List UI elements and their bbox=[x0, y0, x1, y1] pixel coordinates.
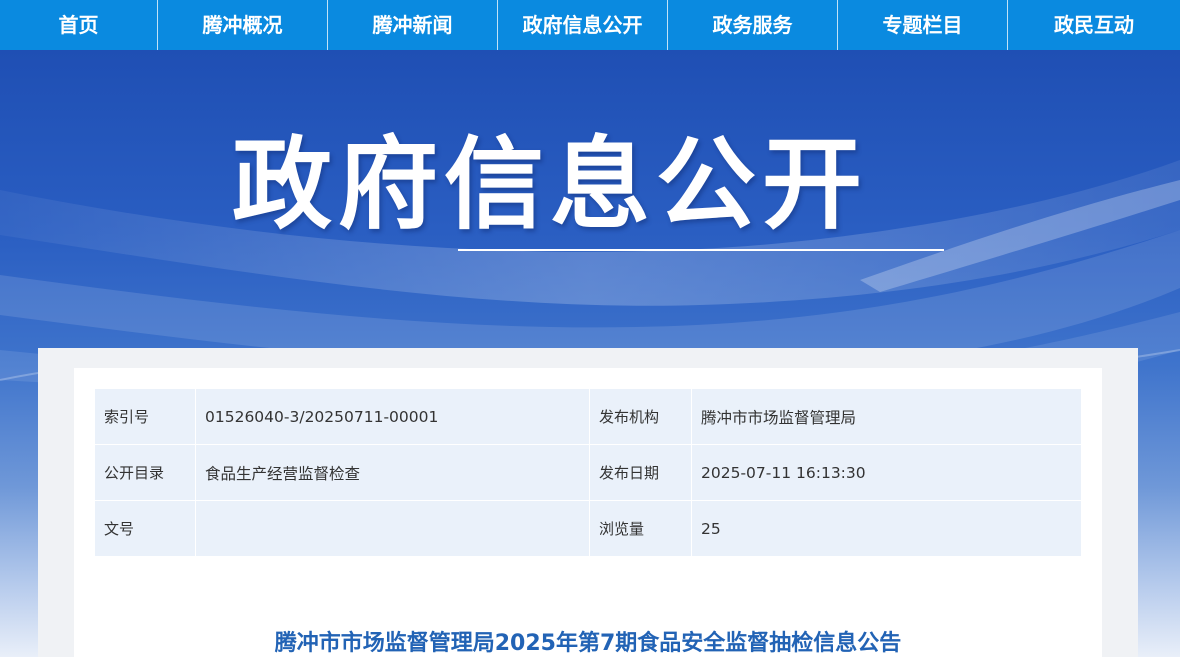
nav-item-topics[interactable]: 专题栏目 bbox=[838, 0, 1008, 50]
info-value-views: 25 bbox=[691, 500, 1082, 557]
nav-item-news[interactable]: 腾冲新闻 bbox=[328, 0, 498, 50]
info-table: 索引号 01526040-3/20250711-00001 发布机构 腾冲市市场… bbox=[94, 388, 1082, 557]
nav-item-overview[interactable]: 腾冲概况 bbox=[158, 0, 328, 50]
content-panel: 索引号 01526040-3/20250711-00001 发布机构 腾冲市市场… bbox=[74, 368, 1102, 657]
info-label-catalog: 公开目录 bbox=[94, 444, 196, 501]
top-nav: 首页 腾冲概况 腾冲新闻 政府信息公开 政务服务 专题栏目 政民互动 bbox=[0, 0, 1180, 50]
nav-item-home[interactable]: 首页 bbox=[0, 0, 158, 50]
banner-title: 政府信息公开 bbox=[232, 126, 868, 243]
info-value-index: 01526040-3/20250711-00001 bbox=[195, 388, 590, 445]
nav-item-services[interactable]: 政务服务 bbox=[668, 0, 838, 50]
content-outer-panel: 索引号 01526040-3/20250711-00001 发布机构 腾冲市市场… bbox=[38, 348, 1138, 657]
nav-item-gov-info[interactable]: 政府信息公开 bbox=[498, 0, 668, 50]
article-title: 腾冲市市场监督管理局2025年第7期食品安全监督抽检信息公告 bbox=[274, 631, 902, 656]
table-row: 文号 浏览量 25 bbox=[94, 500, 1082, 557]
info-label-views: 浏览量 bbox=[589, 500, 692, 557]
info-label-doc-number: 文号 bbox=[94, 500, 196, 557]
table-row: 公开目录 食品生产经营监督检查 发布日期 2025-07-11 16:13:30 bbox=[94, 444, 1082, 501]
info-value-doc-number bbox=[195, 500, 590, 557]
nav-item-interaction[interactable]: 政民互动 bbox=[1008, 0, 1180, 50]
info-value-catalog: 食品生产经营监督检查 bbox=[195, 444, 590, 501]
info-label-publish-date: 发布日期 bbox=[589, 444, 692, 501]
table-row: 索引号 01526040-3/20250711-00001 发布机构 腾冲市市场… bbox=[94, 388, 1082, 445]
info-value-publish-date: 2025-07-11 16:13:30 bbox=[691, 444, 1082, 501]
page: 首页 腾冲概况 腾冲新闻 政府信息公开 政务服务 专题栏目 政民互动 政府信息公… bbox=[0, 0, 1180, 657]
banner-title-underline bbox=[458, 249, 944, 251]
info-label-publisher: 发布机构 bbox=[589, 388, 692, 445]
info-label-index: 索引号 bbox=[94, 388, 196, 445]
info-value-publisher: 腾冲市市场监督管理局 bbox=[691, 388, 1082, 445]
